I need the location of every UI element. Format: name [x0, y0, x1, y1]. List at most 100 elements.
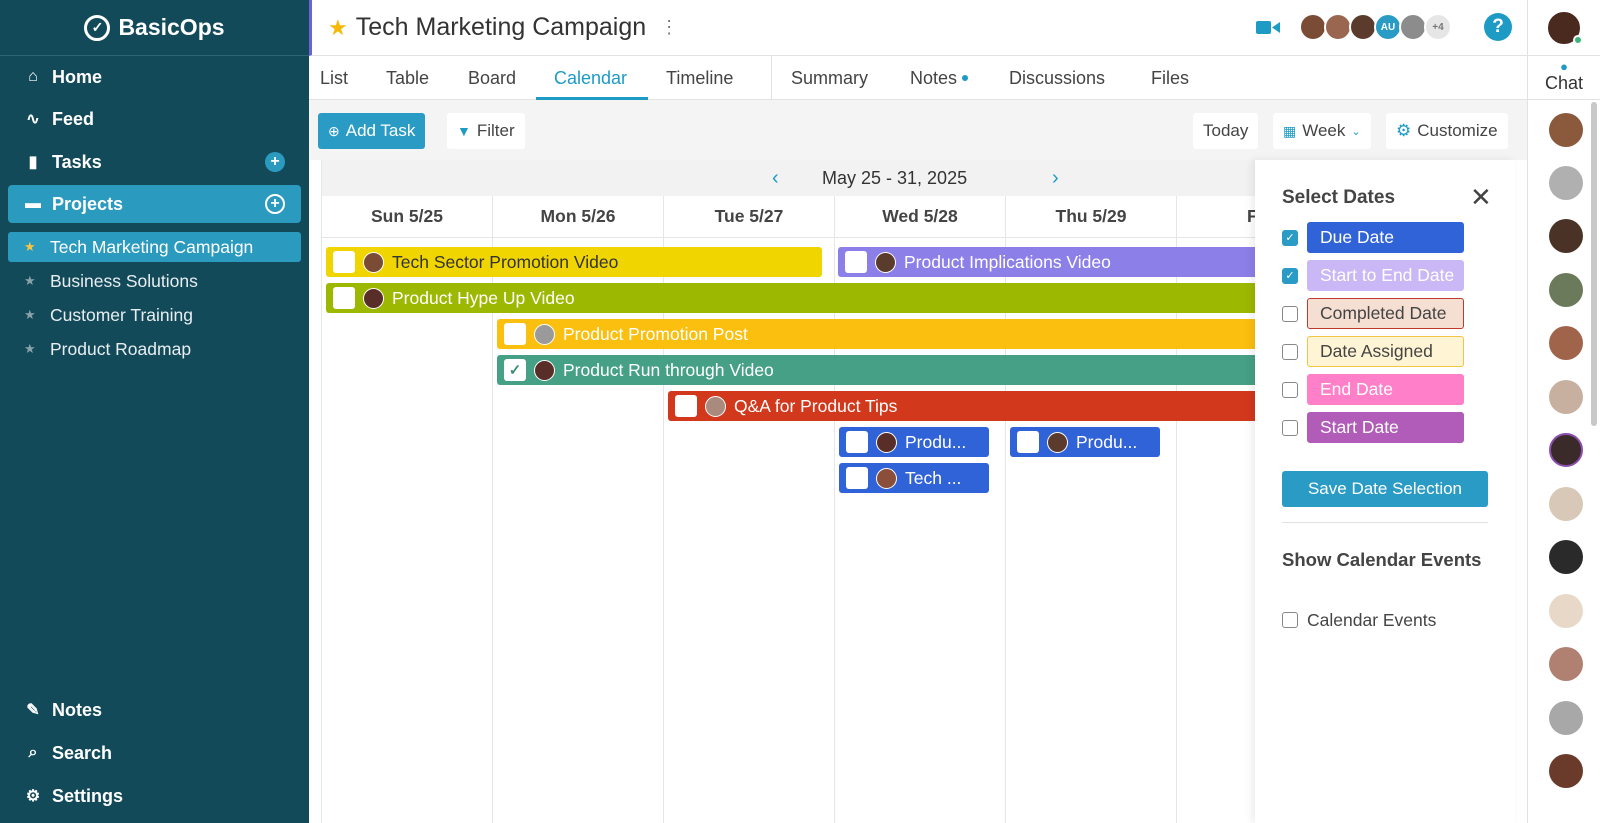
- task-bar[interactable]: Product Hype Up Video: [326, 283, 1258, 313]
- member-avatar-initials: AU: [1374, 13, 1402, 41]
- nav-settings[interactable]: ⚙ Settings: [8, 777, 301, 815]
- tab-notes[interactable]: Notes: [910, 56, 969, 100]
- task-checkbox[interactable]: [675, 395, 697, 417]
- nav-feed[interactable]: ∿ Feed: [8, 100, 301, 138]
- current-user[interactable]: [1528, 0, 1600, 56]
- favorite-star-icon[interactable]: ★: [328, 15, 348, 41]
- select-dates-title: Select Dates: [1282, 187, 1396, 208]
- chat-user-avatar[interactable]: [1549, 273, 1583, 307]
- chat-user-avatar[interactable]: [1549, 166, 1583, 200]
- tab-board[interactable]: Board: [468, 56, 516, 100]
- date-option-pill: Due Date: [1307, 222, 1464, 253]
- chat-user-avatar[interactable]: [1549, 219, 1583, 253]
- task-checkbox[interactable]: [845, 251, 867, 273]
- help-icon[interactable]: ?: [1484, 13, 1512, 41]
- task-checkbox[interactable]: [1017, 431, 1039, 453]
- more-options-icon[interactable]: ⋮: [660, 17, 678, 38]
- tab-table[interactable]: Table: [386, 56, 429, 100]
- task-bar[interactable]: Tech Sector Promotion Video: [326, 247, 822, 277]
- video-call-icon[interactable]: [1256, 19, 1280, 36]
- task-checkbox[interactable]: ✓: [504, 359, 526, 381]
- tab-files[interactable]: Files: [1151, 56, 1189, 100]
- chat-header[interactable]: ● Chat: [1528, 56, 1600, 100]
- chat-user-avatar[interactable]: [1549, 754, 1583, 788]
- week-view-select[interactable]: ▦ Week ⌄: [1273, 113, 1371, 149]
- project-item-customer-training[interactable]: ★ Customer Training: [8, 300, 301, 330]
- chat-user-avatar[interactable]: [1549, 540, 1583, 574]
- nav-search[interactable]: ⌕ Search: [8, 734, 301, 772]
- star-icon: ★: [24, 307, 36, 322]
- chat-user-avatar[interactable]: [1549, 594, 1583, 628]
- previous-week-chevron-icon[interactable]: ‹: [772, 160, 779, 196]
- nav-tasks[interactable]: ▮ Tasks +: [8, 143, 301, 181]
- task-bar[interactable]: Q&A for Product Tips: [668, 391, 1258, 421]
- task-bar[interactable]: Product Promotion Post: [497, 319, 1258, 349]
- date-option-end-date[interactable]: End Date: [1282, 374, 1464, 405]
- member-avatar: [1399, 13, 1427, 41]
- today-button[interactable]: Today: [1193, 113, 1259, 149]
- task-title: Produ...: [1076, 431, 1138, 452]
- nav-projects[interactable]: ▬ Projects +: [8, 185, 301, 223]
- page-title: Tech Marketing Campaign: [355, 13, 647, 41]
- checkbox[interactable]: [1282, 305, 1298, 322]
- task-checkbox[interactable]: [846, 467, 868, 489]
- calendar-events-option[interactable]: Calendar Events: [1282, 608, 1436, 632]
- task-checkbox[interactable]: [333, 251, 355, 273]
- project-item-business-solutions[interactable]: ★ Business Solutions: [8, 266, 301, 296]
- filter-button[interactable]: ▼ Filter: [447, 113, 525, 149]
- tab-notes-label: Notes: [910, 67, 958, 88]
- customize-button[interactable]: ⚙ Customize: [1386, 113, 1508, 149]
- project-item-tech-marketing[interactable]: ★ Tech Marketing Campaign: [8, 232, 301, 262]
- task-checkbox[interactable]: [504, 323, 526, 345]
- project-members[interactable]: AU +4: [1299, 13, 1452, 41]
- today-label: Today: [1203, 121, 1249, 140]
- checkbox[interactable]: ✓: [1282, 229, 1298, 246]
- task-bar[interactable]: Tech ...: [839, 463, 989, 493]
- tab-discussions[interactable]: Discussions: [1009, 56, 1105, 100]
- nav-notes[interactable]: ✎ Notes: [8, 691, 301, 729]
- save-date-selection-button[interactable]: Save Date Selection: [1282, 471, 1488, 507]
- task-bar[interactable]: Product Implications Video: [838, 247, 1258, 277]
- checkbox[interactable]: [1282, 381, 1298, 398]
- chat-user-avatar[interactable]: [1549, 113, 1583, 147]
- date-option-pill: Start to End Date: [1307, 260, 1464, 291]
- task-bar[interactable]: Produ...: [1010, 427, 1160, 457]
- task-bar[interactable]: Produ...: [839, 427, 989, 457]
- chat-user-avatar[interactable]: [1549, 380, 1583, 414]
- checkbox[interactable]: [1282, 612, 1298, 628]
- nav-home[interactable]: ⌂ Home: [8, 58, 301, 96]
- project-item-product-roadmap[interactable]: ★ Product Roadmap: [8, 334, 301, 364]
- chat-user-avatar[interactable]: [1549, 647, 1583, 681]
- tab-summary[interactable]: Summary: [791, 56, 868, 100]
- add-project-plus-icon[interactable]: +: [265, 194, 285, 214]
- chat-user-avatar[interactable]: [1549, 487, 1583, 521]
- tab-list[interactable]: List: [320, 56, 348, 100]
- task-checkbox[interactable]: [846, 431, 868, 453]
- checkbox[interactable]: [1282, 343, 1298, 360]
- add-task-button[interactable]: ⊕ Add Task: [318, 113, 426, 149]
- nav-home-label: Home: [52, 66, 103, 87]
- date-option-start-date[interactable]: Start Date: [1282, 412, 1464, 443]
- date-option-start-to-end[interactable]: ✓ Start to End Date: [1282, 260, 1464, 291]
- star-icon: ★: [24, 273, 36, 288]
- project-label: Customer Training: [50, 304, 193, 325]
- checkbox[interactable]: ✓: [1282, 267, 1298, 284]
- checkbox[interactable]: [1282, 419, 1298, 436]
- tab-calendar[interactable]: Calendar: [554, 56, 627, 100]
- close-icon[interactable]: ✕: [1470, 182, 1492, 213]
- member-avatar: [1299, 13, 1327, 41]
- chat-rail-scrollbar[interactable]: [1591, 102, 1597, 426]
- task-bar[interactable]: ✓ Product Run through Video: [497, 355, 1258, 385]
- date-option-date-assigned[interactable]: Date Assigned: [1282, 336, 1464, 367]
- date-option-completed-date[interactable]: Completed Date: [1282, 298, 1464, 329]
- chat-user-avatar[interactable]: [1549, 326, 1583, 360]
- chat-user-avatar[interactable]: [1549, 701, 1583, 735]
- chat-user-avatar[interactable]: [1549, 433, 1583, 467]
- date-option-pill: Completed Date: [1307, 298, 1464, 329]
- add-task-plus-icon[interactable]: +: [265, 152, 285, 172]
- task-checkbox[interactable]: [333, 287, 355, 309]
- tab-timeline[interactable]: Timeline: [666, 56, 733, 100]
- next-week-chevron-icon[interactable]: ›: [1052, 160, 1059, 196]
- date-option-due-date[interactable]: ✓ Due Date: [1282, 222, 1464, 253]
- logo[interactable]: ✓ BasicOps: [0, 0, 309, 56]
